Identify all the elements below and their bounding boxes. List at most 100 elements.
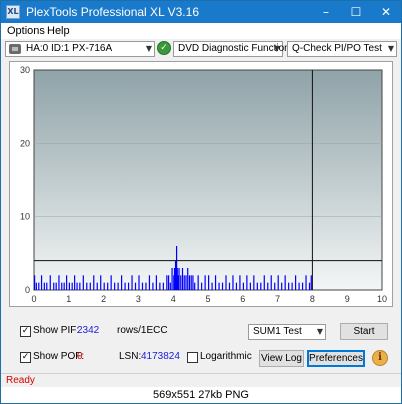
- chart-panel: 0 10 20 30 0 1 2 3 4 5 6 7 8 9 10: [9, 61, 393, 307]
- image-caption: 569x551 27kb PNG: [1, 387, 401, 403]
- status-bar: Ready: [1, 373, 401, 388]
- chevron-down-icon: ▼: [316, 327, 323, 336]
- data-bar: [34, 275, 36, 290]
- chevron-down-icon: ▼: [273, 44, 280, 53]
- data-bar: [171, 268, 173, 290]
- data-bar: [192, 275, 194, 290]
- data-bar: [38, 282, 40, 290]
- y-tick-label: 10: [20, 212, 30, 222]
- data-bar: [148, 275, 151, 290]
- menu-help[interactable]: Help: [47, 25, 70, 37]
- data-bar: [235, 282, 238, 290]
- data-bar: [305, 275, 307, 290]
- data-bar: [194, 282, 196, 290]
- lsn-label: LSN:: [119, 351, 142, 362]
- sum-test-select-value: SUM1 Test: [253, 326, 302, 337]
- data-bar: [107, 282, 109, 290]
- x-tick-label: 9: [345, 294, 350, 304]
- x-tick-label: 1: [66, 294, 71, 304]
- data-bar: [121, 275, 123, 290]
- data-bar: [100, 275, 102, 290]
- data-bar: [288, 282, 290, 290]
- y-tick-label: 30: [20, 65, 30, 75]
- data-bar: [239, 275, 241, 290]
- preferences-button[interactable]: Preferences: [307, 350, 365, 367]
- sum-test-select[interactable]: SUM1 Test ▼: [248, 324, 326, 340]
- data-bar: [173, 268, 176, 290]
- data-bar: [270, 275, 272, 290]
- data-bar: [185, 275, 187, 290]
- data-bar: [211, 282, 213, 290]
- info-icon[interactable]: i: [372, 350, 388, 366]
- minimize-button[interactable]: –: [311, 1, 341, 23]
- data-bar: [127, 282, 130, 290]
- data-bar: [188, 275, 191, 290]
- x-tick-label: 7: [275, 294, 280, 304]
- function-select[interactable]: DVD Diagnostic Functions ▼: [173, 41, 295, 57]
- test-select[interactable]: Q-Check PI/PO Test ▼: [287, 41, 397, 57]
- data-bar: [40, 275, 43, 290]
- x-tick-label: 5: [205, 294, 210, 304]
- data-bar: [159, 282, 161, 290]
- logarithmic-label: Logarithmic: [200, 351, 252, 362]
- data-bar: [204, 275, 206, 290]
- data-bar: [246, 275, 248, 290]
- data-bar: [58, 275, 60, 290]
- data-bar: [71, 282, 73, 290]
- start-button[interactable]: Start: [340, 323, 388, 340]
- data-bar: [86, 282, 88, 290]
- data-bar: [93, 275, 95, 290]
- data-bar: [267, 282, 269, 290]
- data-bar: [63, 282, 65, 290]
- window-title: PlexTools Professional XL V3.16: [26, 5, 199, 19]
- data-bar: [117, 282, 119, 290]
- lsn-value: 4173824: [141, 351, 180, 362]
- menu-options[interactable]: Options: [7, 25, 45, 37]
- data-bar: [79, 282, 81, 290]
- data-bar: [155, 275, 157, 290]
- data-bar: [281, 282, 283, 290]
- data-bar: [174, 260, 177, 290]
- data-bar: [124, 282, 126, 290]
- close-button[interactable]: ✕: [371, 1, 401, 23]
- data-bar: [242, 282, 244, 290]
- drive-select[interactable]: HA:0 ID:1 PX-716A ▼: [5, 41, 155, 57]
- data-bar: [253, 275, 255, 290]
- data-bar: [110, 275, 112, 290]
- data-bar: [169, 282, 171, 290]
- data-bar: [103, 282, 105, 290]
- data-bar: [218, 282, 220, 290]
- title-bar[interactable]: XL PlexTools Professional XL V3.16 – ☐ ✕: [1, 1, 401, 23]
- data-bar: [277, 275, 279, 290]
- data-bar: [131, 275, 133, 290]
- data-bar: [35, 282, 37, 290]
- data-bar: [249, 282, 251, 290]
- chevron-down-icon: ▼: [145, 44, 152, 53]
- go-icon[interactable]: ✓: [157, 41, 171, 55]
- data-bar: [53, 282, 55, 290]
- show-pof-checkbox[interactable]: ✓: [20, 352, 31, 363]
- data-bar: [232, 275, 234, 290]
- maximize-button[interactable]: ☐: [341, 1, 371, 23]
- show-pif-checkbox[interactable]: ✓: [20, 326, 31, 337]
- view-log-button[interactable]: View Log: [259, 350, 304, 367]
- data-bar: [166, 275, 168, 290]
- x-tick-label: 0: [31, 294, 36, 304]
- data-bar: [96, 282, 98, 290]
- menu-bar: Options Help: [1, 23, 401, 39]
- data-bar: [49, 275, 51, 290]
- plot-area: [33, 69, 383, 291]
- data-bar: [284, 275, 286, 290]
- data-bar: [180, 275, 182, 290]
- data-bar: [152, 282, 154, 290]
- data-bar: [138, 275, 140, 290]
- data-bar: [228, 282, 231, 290]
- data-bar: [162, 282, 164, 290]
- data-bar: [167, 275, 170, 290]
- pipo-chart: 0 10 20 30 0 1 2 3 4 5 6 7 8 9 10: [20, 65, 387, 304]
- data-bar: [310, 275, 312, 290]
- show-pif-label: Show PIF:: [33, 325, 80, 336]
- logarithmic-checkbox[interactable]: [187, 352, 198, 363]
- test-select-value: Q-Check PI/PO Test: [292, 43, 382, 54]
- x-tick-labels: 0 1 2 3 4 5 6 7 8 9 10: [31, 294, 387, 304]
